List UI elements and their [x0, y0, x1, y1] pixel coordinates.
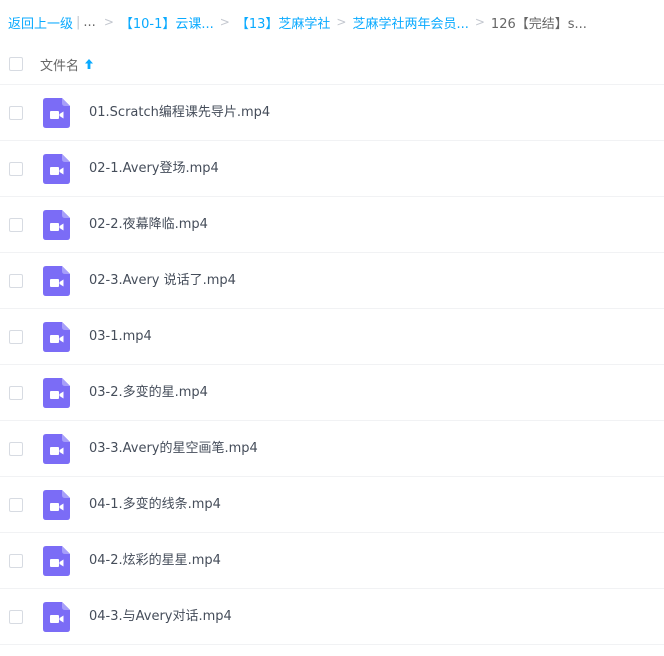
breadcrumb-divider: | [76, 14, 81, 30]
video-file-icon [43, 266, 70, 296]
file-name[interactable]: 02-1.Avery登场.mp4 [89, 141, 219, 197]
file-name[interactable]: 03-2.多变的星.mp4 [89, 365, 208, 421]
file-name[interactable]: 03-3.Avery的星空画笔.mp4 [89, 421, 258, 477]
breadcrumb-separator-icon: > [336, 15, 347, 29]
file-row[interactable]: 02-2.夜幕降临.mp4 [0, 197, 664, 253]
file-row[interactable]: 03-2.多变的星.mp4 [0, 365, 664, 421]
file-name[interactable]: 01.Scratch编程课先导片.mp4 [89, 85, 270, 141]
video-file-icon [43, 210, 70, 240]
row-checkbox[interactable] [9, 218, 23, 232]
file-browser: 返回上一级 | ... > 【10-1】云课... > 【13】芝麻学社 > 芝… [0, 0, 664, 656]
arrow-up-icon [85, 59, 94, 69]
row-checkbox[interactable] [9, 498, 23, 512]
filename-column-label: 文件名 [40, 58, 80, 74]
file-name[interactable]: 04-1.多变的线条.mp4 [89, 477, 221, 533]
video-file-icon [43, 602, 70, 632]
row-checkbox[interactable] [9, 554, 23, 568]
file-name[interactable]: 02-2.夜幕降临.mp4 [89, 197, 208, 253]
row-checkbox[interactable] [9, 330, 23, 344]
video-file-icon [43, 322, 70, 352]
file-name[interactable]: 04-2.炫彩的星星.mp4 [89, 533, 221, 589]
file-row[interactable]: 03-1.mp4 [0, 309, 664, 365]
file-row[interactable]: 04-3.与Avery对话.mp4 [0, 589, 664, 645]
file-row[interactable]: 02-3.Avery 说话了.mp4 [0, 253, 664, 309]
select-all-checkbox[interactable] [9, 57, 23, 71]
row-checkbox[interactable] [9, 274, 23, 288]
row-checkbox[interactable] [9, 162, 23, 176]
breadcrumb-current: 126【完结】s... [490, 16, 587, 32]
back-link[interactable]: 返回上一级 [8, 13, 73, 32]
breadcrumb-item[interactable]: 芝麻学社两年会员... [352, 13, 468, 32]
row-checkbox[interactable] [9, 386, 23, 400]
breadcrumb-item[interactable]: 【10-1】云课... [120, 13, 214, 32]
file-name[interactable]: 03-1.mp4 [89, 309, 152, 365]
file-row[interactable]: 01.Scratch编程课先导片.mp4 [0, 85, 664, 141]
file-name[interactable]: 02-3.Avery 说话了.mp4 [89, 253, 236, 309]
row-checkbox[interactable] [9, 106, 23, 120]
video-file-icon [43, 98, 70, 128]
video-file-icon [43, 546, 70, 576]
file-row[interactable]: 03-3.Avery的星空画笔.mp4 [0, 421, 664, 477]
breadcrumb-separator-icon: > [219, 15, 230, 29]
video-file-icon [43, 434, 70, 464]
video-file-icon [43, 490, 70, 520]
filename-column-header[interactable]: 文件名 [40, 55, 94, 74]
breadcrumb-separator-icon: > [103, 15, 114, 29]
video-file-icon [43, 154, 70, 184]
breadcrumb-ellipsis[interactable]: ... [83, 15, 95, 30]
file-row[interactable]: 04-1.多变的线条.mp4 [0, 477, 664, 533]
breadcrumb: 返回上一级 | ... > 【10-1】云课... > 【13】芝麻学社 > 芝… [8, 0, 658, 44]
video-file-icon [43, 378, 70, 408]
file-row[interactable]: 04-2.炫彩的星星.mp4 [0, 533, 664, 589]
file-name[interactable]: 04-3.与Avery对话.mp4 [89, 589, 232, 645]
row-checkbox[interactable] [9, 442, 23, 456]
list-header: 文件名 [0, 44, 664, 85]
row-checkbox[interactable] [9, 610, 23, 624]
file-row[interactable]: 02-1.Avery登场.mp4 [0, 141, 664, 197]
breadcrumb-separator-icon: > [474, 15, 485, 29]
breadcrumb-item[interactable]: 【13】芝麻学社 [236, 13, 331, 32]
